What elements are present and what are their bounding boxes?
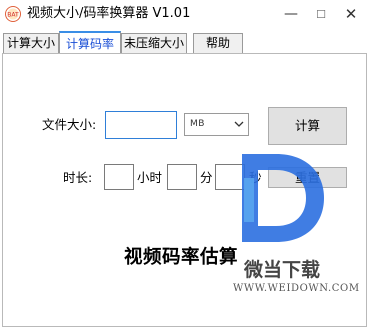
svg-text:BAT: BAT: [7, 12, 19, 19]
tab-calc-size[interactable]: 计算大小: [3, 33, 59, 53]
minutes-unit-label: 分: [200, 170, 213, 185]
unit-select-value: MB: [190, 119, 205, 129]
watermark-url: WWW.WEIDOWN.COM: [233, 283, 360, 294]
watermark-logo: [242, 154, 324, 242]
hours-unit-label: 小时: [137, 170, 163, 185]
maximize-button[interactable]: ☐: [306, 0, 336, 30]
hours-input[interactable]: [104, 164, 134, 190]
tab-bar: 计算大小 计算码率 未压缩大小 帮助: [0, 31, 370, 54]
result-title: 视频码率估算: [124, 247, 239, 268]
chevron-down-icon: [234, 121, 244, 127]
tab-uncompressed-size[interactable]: 未压缩大小: [121, 33, 187, 53]
tab-calc-bitrate[interactable]: 计算码率: [59, 31, 121, 54]
close-button[interactable]: ✕: [336, 0, 366, 30]
app-icon: BAT: [5, 6, 21, 22]
calculate-button[interactable]: 计算: [268, 107, 347, 145]
file-size-input[interactable]: [105, 111, 177, 139]
duration-label: 时长:: [63, 170, 93, 185]
window-title: 视频大小/码率换算器 V1.01: [27, 6, 191, 21]
watermark-brand: 微当下载: [244, 259, 321, 281]
minutes-input[interactable]: [167, 164, 197, 190]
unit-select[interactable]: MB: [184, 113, 249, 136]
file-size-label: 文件大小:: [42, 117, 97, 132]
title-bar: BAT 视频大小/码率换算器 V1.01 — ☐ ✕: [0, 0, 370, 30]
minimize-button[interactable]: —: [276, 0, 306, 30]
tab-help[interactable]: 帮助: [193, 33, 243, 53]
